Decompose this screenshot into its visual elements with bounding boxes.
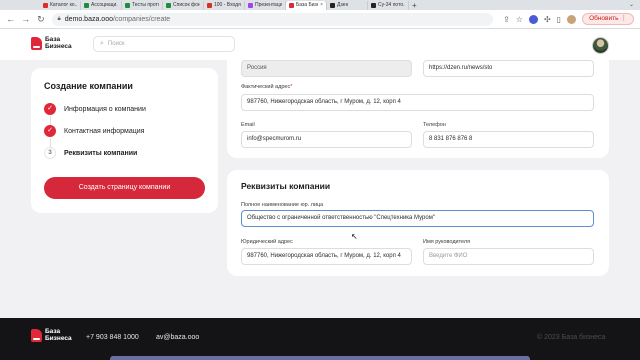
tab-strip: Каталог ко... Ассоциаци... Тесты прото... С… bbox=[40, 1, 409, 10]
profile-avatar-icon[interactable] bbox=[567, 14, 577, 24]
creation-steps-panel: Создание компании ✓ Информация о компани… bbox=[31, 68, 218, 213]
bookmark-star-icon[interactable]: ☆ bbox=[516, 15, 523, 24]
actual-address-field[interactable]: 987760, Нижегородская область, г Муром, … bbox=[241, 94, 594, 111]
reload-icon[interactable]: ↻ bbox=[36, 14, 45, 25]
actual-address-label: Фактический адрес* bbox=[241, 84, 293, 90]
tab-favicon-icon bbox=[289, 3, 294, 8]
step-contact-info[interactable]: ✓ Контактная информация bbox=[44, 125, 144, 137]
email-field[interactable]: info@specmurom.ru bbox=[241, 131, 412, 148]
create-company-button[interactable]: Создать страницу компании bbox=[44, 177, 205, 199]
tab-title: Су-34 пото... bbox=[378, 2, 405, 8]
puzzle-icon[interactable]: ✣ bbox=[544, 15, 551, 24]
browser-tab[interactable]: База Бизнес...× bbox=[286, 1, 327, 10]
tab-favicon-icon bbox=[248, 3, 253, 8]
search-placeholder: Поиск bbox=[107, 41, 125, 47]
tab-favicon-icon bbox=[207, 3, 212, 8]
step-company-info[interactable]: ✓ Информация о компании bbox=[44, 103, 146, 115]
tab-favicon-icon bbox=[330, 3, 335, 8]
requisites-title: Реквизиты компании bbox=[241, 181, 331, 191]
search-icon: ⌕ bbox=[100, 40, 104, 47]
tab-title: Ассоциаци... bbox=[91, 2, 118, 8]
browser-tab[interactable]: Презентаци... bbox=[245, 1, 286, 10]
logo-mark-icon bbox=[31, 37, 42, 50]
tab-favicon-icon bbox=[43, 3, 48, 8]
forward-arrow-icon[interactable]: → bbox=[21, 14, 30, 24]
country-field: Россия bbox=[241, 60, 412, 77]
address-bar[interactable]: 🔒︎ demo.baza.ooo/companies/create bbox=[51, 12, 494, 26]
site-footer: База Бизнеса +7 903 848 1000 av@baza.ooo… bbox=[0, 318, 640, 360]
url-path: /companies/create bbox=[112, 15, 171, 23]
legal-address-field[interactable]: 987760, Нижегородская область, г Муром, … bbox=[241, 248, 412, 265]
more-vert-icon: ⋮ bbox=[620, 15, 628, 22]
browser-tab[interactable]: Ассоциаци... bbox=[81, 1, 122, 10]
os-dock bbox=[110, 356, 530, 360]
tab-title: Каталог ко... bbox=[50, 2, 77, 8]
step-requisites[interactable]: 3 Реквизиты компании bbox=[44, 147, 137, 159]
director-name-label: Имя руководителя bbox=[423, 239, 471, 245]
logo-line2: Бизнеса bbox=[45, 334, 72, 342]
extensions-area: ⇪ ☆ ✣ ▯ bbox=[503, 14, 577, 24]
tab-title: Дзен bbox=[337, 2, 349, 8]
update-label: Обновить bbox=[589, 15, 619, 22]
lock-icon: 🔒︎ bbox=[57, 15, 61, 22]
tab-close-icon[interactable]: × bbox=[320, 1, 323, 10]
mouse-cursor-icon: ↖ bbox=[351, 232, 358, 241]
tab-favicon-icon bbox=[125, 3, 130, 8]
search-input[interactable]: ⌕ Поиск bbox=[93, 36, 235, 52]
step-label: Информация о компании bbox=[64, 105, 146, 113]
user-avatar[interactable] bbox=[592, 37, 609, 54]
tab-title: Тесты прото... bbox=[132, 2, 159, 8]
panel-title: Создание компании bbox=[44, 81, 133, 91]
logo-line2: Бизнеса bbox=[45, 42, 72, 50]
legal-address-label: Юридический адрес bbox=[241, 239, 293, 245]
extension-icon[interactable] bbox=[528, 14, 538, 24]
contacts-card: Россия https://dzen.ru/news/sto Фактичес… bbox=[227, 60, 609, 158]
legal-name-label: Полное наименование юр. лица bbox=[241, 202, 324, 208]
browser-tab[interactable]: Су-34 пото... bbox=[368, 1, 409, 10]
tab-title: 100 - Входя... bbox=[214, 2, 241, 8]
footer-logo[interactable]: База Бизнеса bbox=[31, 328, 72, 342]
logo-text: База Бизнеса bbox=[45, 36, 72, 50]
site-logo[interactable]: База Бизнеса bbox=[31, 36, 72, 50]
browser-tab[interactable]: 100 - Входя... bbox=[204, 1, 245, 10]
tab-title: Презентаци... bbox=[255, 2, 282, 8]
email-label: Email bbox=[241, 122, 255, 128]
director-name-field[interactable]: Введите ФИО bbox=[423, 248, 594, 265]
footer-email-link[interactable]: av@baza.ooo bbox=[156, 334, 199, 341]
footer-copyright: © 2023 База бизнеса bbox=[537, 334, 606, 341]
step-label: Контактная информация bbox=[64, 127, 145, 135]
check-icon: ✓ bbox=[44, 125, 56, 137]
browser-tab-bar: Каталог ко... Ассоциаци... Тесты прото... С… bbox=[0, 0, 640, 10]
tab-title: База Бизнес... bbox=[296, 2, 318, 8]
logo-mark-icon bbox=[31, 329, 42, 342]
sidebar-icon[interactable]: ▯ bbox=[557, 15, 561, 24]
step-label: Реквизиты компании bbox=[64, 149, 138, 157]
footer-phone-link[interactable]: +7 903 848 1000 bbox=[86, 334, 139, 341]
tab-title: Список фон... bbox=[173, 2, 200, 8]
check-icon: ✓ bbox=[44, 103, 56, 115]
browser-tab[interactable]: Дзен bbox=[327, 1, 368, 10]
browser-tab[interactable]: Каталог ко... bbox=[40, 1, 81, 10]
share-icon[interactable]: ⇪ bbox=[503, 15, 510, 24]
browser-tab[interactable]: Тесты прото... bbox=[122, 1, 163, 10]
update-button[interactable]: Обновить ⋮ bbox=[582, 13, 634, 25]
tab-search-icon[interactable]: ⌄ bbox=[629, 1, 634, 10]
step-number: 3 bbox=[44, 147, 56, 159]
tab-favicon-icon bbox=[371, 3, 376, 8]
logo-text: База Бизнеса bbox=[45, 328, 72, 342]
browser-toolbar: ← → ↻ 🔒︎ demo.baza.ooo/companies/create … bbox=[0, 10, 640, 29]
url-host: demo.baza.ooo bbox=[64, 15, 113, 23]
legal-name-field[interactable]: Общество с ограниченной ответственностью… bbox=[241, 210, 594, 227]
browser-tab[interactable]: Список фон... bbox=[163, 1, 204, 10]
website-field[interactable]: https://dzen.ru/news/sto bbox=[423, 60, 594, 77]
new-tab-button[interactable]: + bbox=[409, 1, 420, 10]
requisites-card: Реквизиты компании Полное наименование ю… bbox=[227, 170, 609, 276]
tab-favicon-icon bbox=[84, 3, 89, 8]
back-arrow-icon[interactable]: ← bbox=[6, 14, 15, 24]
phone-field[interactable]: 8 831 876 876 8 bbox=[423, 131, 594, 148]
phone-label: Телефон bbox=[423, 122, 446, 128]
site-header: База Бизнеса ⌕ Поиск bbox=[0, 29, 640, 60]
tab-favicon-icon bbox=[166, 3, 171, 8]
window-controls: ⌄ bbox=[629, 1, 640, 10]
